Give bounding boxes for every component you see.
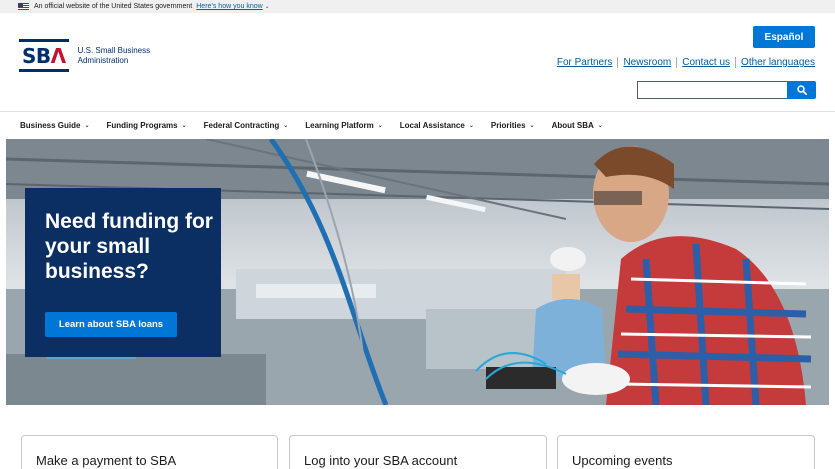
card-title: Log into your SBA account xyxy=(304,453,458,468)
logo-letters-sb: SB xyxy=(22,44,51,68)
divider xyxy=(617,57,619,68)
espanol-button[interactable]: Español xyxy=(753,26,815,48)
card-make-payment[interactable]: Make a payment to SBA xyxy=(21,435,278,469)
search-button[interactable] xyxy=(787,81,816,99)
card-title: Upcoming events xyxy=(572,453,673,468)
nav-label: Federal Contracting xyxy=(203,121,280,130)
other-languages-link[interactable]: Other languages xyxy=(741,57,815,68)
nav-about-sba[interactable]: About SBA ⌄ xyxy=(552,121,603,130)
sba-logo-mark: SBΛ xyxy=(19,39,69,72)
chevron-down-icon: ⌄ xyxy=(529,123,535,129)
gov-banner: An official website of the United States… xyxy=(0,0,835,13)
nav-learning-platform[interactable]: Learning Platform ⌄ xyxy=(305,121,382,130)
nav-local-assistance[interactable]: Local Assistance ⌄ xyxy=(400,121,474,130)
nav-funding-programs[interactable]: Funding Programs ⌄ xyxy=(107,121,187,130)
nav-business-guide[interactable]: Business Guide ⌄ xyxy=(20,121,90,130)
nav-label: Local Assistance xyxy=(399,121,465,130)
hero-title: Need funding for your small business? xyxy=(45,210,213,283)
chevron-down-icon: ⌄ xyxy=(468,123,474,129)
chevron-down-icon: ⌄ xyxy=(283,123,289,129)
logo-letter-a: Λ xyxy=(50,44,66,68)
main-nav: Business Guide ⌄ Funding Programs ⌄ Federa… xyxy=(0,111,835,139)
divider xyxy=(735,57,737,68)
search-form xyxy=(637,81,816,99)
search-icon xyxy=(796,85,807,95)
chevron-down-icon: ⌄ xyxy=(84,123,90,129)
nav-label: Business Guide xyxy=(20,121,81,130)
contact-us-link[interactable]: Contact us xyxy=(682,57,730,68)
hero-banner: Need funding for your small business? Le… xyxy=(6,139,829,405)
chevron-down-icon: ⌄ xyxy=(377,123,383,129)
newsroom-link[interactable]: Newsroom xyxy=(623,57,671,68)
nav-label: Funding Programs xyxy=(106,121,178,130)
card-upcoming-events[interactable]: Upcoming events xyxy=(557,435,815,469)
utility-links: For Partners Newsroom Contact us Other l… xyxy=(557,57,815,68)
gov-banner-text: An official website of the United States… xyxy=(34,3,193,10)
hero-card: Need funding for your small business? Le… xyxy=(25,188,221,357)
nav-label: Priorities xyxy=(490,121,526,130)
nav-priorities[interactable]: Priorities ⌄ xyxy=(491,121,535,130)
divider xyxy=(676,57,678,68)
heres-how-you-know-link[interactable]: Here’s how you know xyxy=(196,3,262,10)
chevron-down-icon: ⌄ xyxy=(597,123,603,129)
card-log-into-account[interactable]: Log into your SBA account xyxy=(289,435,547,469)
learn-about-sba-loans-button[interactable]: Learn about SBA loans xyxy=(45,312,177,337)
for-partners-link[interactable]: For Partners xyxy=(557,57,613,68)
nav-federal-contracting[interactable]: Federal Contracting ⌄ xyxy=(204,121,289,130)
card-title: Make a payment to SBA xyxy=(36,453,177,468)
search-input[interactable] xyxy=(637,81,787,99)
logo-text-line1: U.S. Small Business xyxy=(77,46,151,55)
logo-text-line2: Administration xyxy=(77,56,129,65)
chevron-down-icon: ⌄ xyxy=(181,123,187,129)
nav-label: Learning Platform xyxy=(305,121,374,130)
logo-text: U.S. Small Business Administration xyxy=(78,46,150,66)
us-flag-icon xyxy=(18,3,29,10)
sba-logo[interactable]: SBΛ U.S. Small Business Administration xyxy=(19,39,150,72)
nav-label: About SBA xyxy=(551,121,594,130)
chevron-down-icon[interactable]: ⌄ xyxy=(265,3,270,10)
